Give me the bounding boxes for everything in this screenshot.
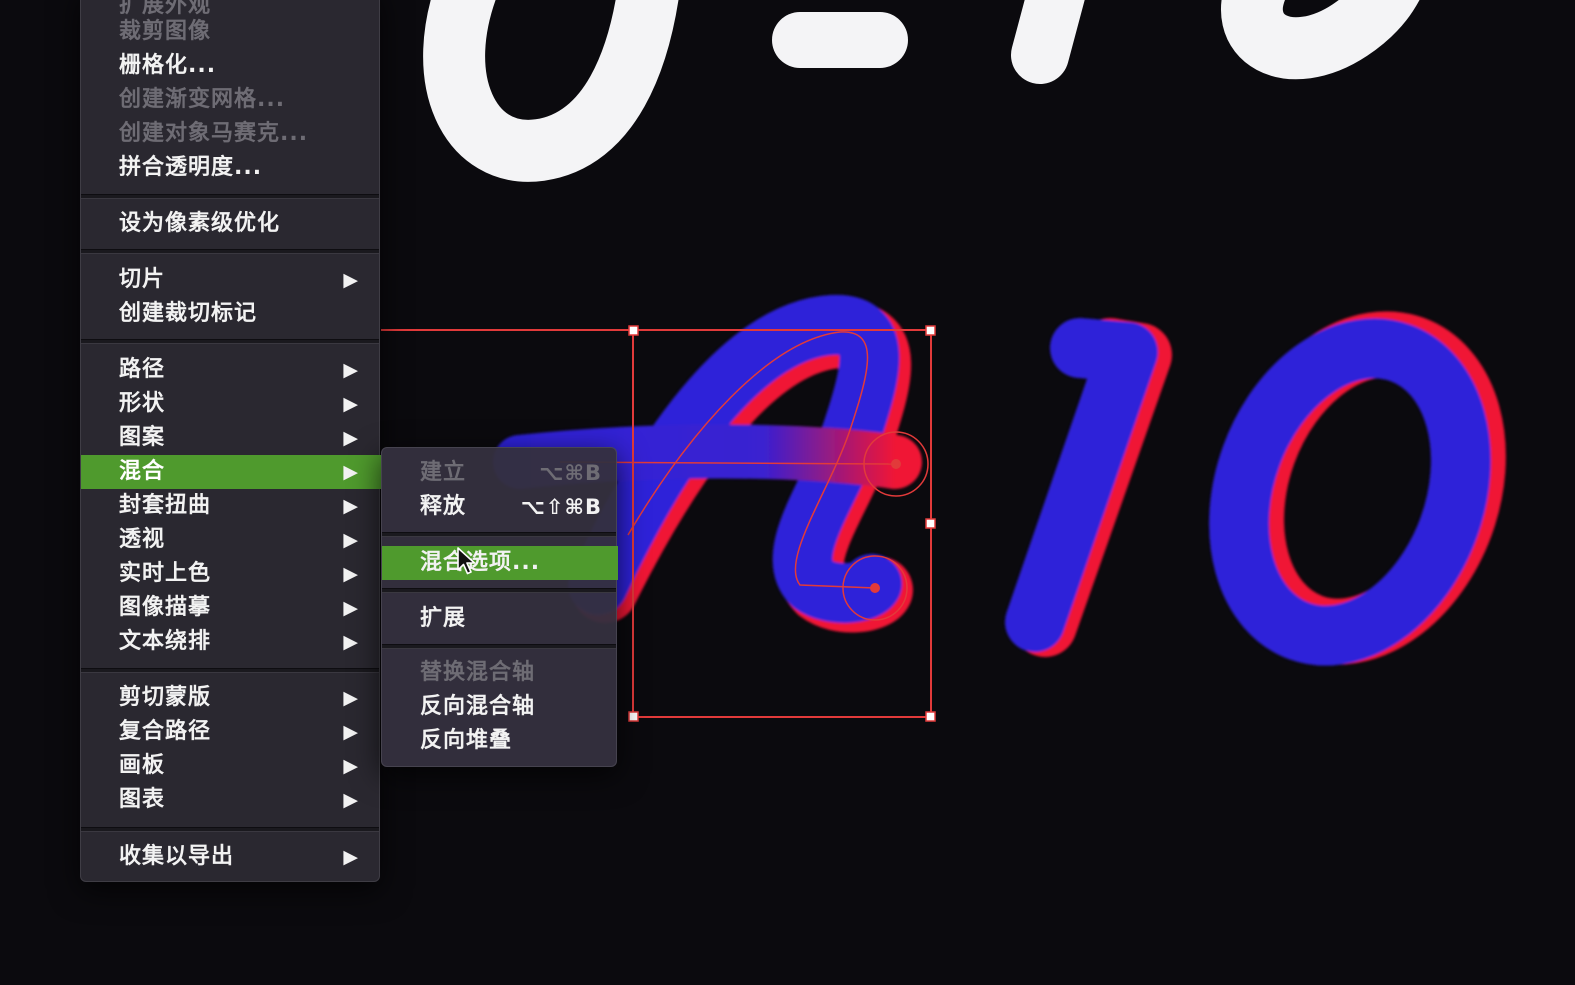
submenu-item-label: 替换混合轴 xyxy=(420,660,536,685)
menu-separator xyxy=(81,249,379,254)
menu-item-blend[interactable]: 混合 ▶ xyxy=(81,455,381,489)
menu-item-label: 栅格化... xyxy=(119,53,217,78)
menu-item-label: 混合 xyxy=(119,459,166,484)
submenu-item-label: 扩展 xyxy=(420,606,467,631)
menu-item-label: 切片 xyxy=(119,267,166,292)
submenu-item-label: 释放 xyxy=(420,494,467,519)
menu-separator xyxy=(81,668,379,673)
submenu-item-replace-spine[interactable]: 替换混合轴 xyxy=(382,656,618,690)
submenu-arrow-icon: ▶ xyxy=(343,687,359,709)
menu-separator xyxy=(81,827,379,832)
menu-item-label: 创建对象马赛克... xyxy=(119,121,309,146)
submenu-item-reverse-spine[interactable]: 反向混合轴 xyxy=(382,690,618,724)
submenu-item-reverse-front-to-back[interactable]: 反向堆叠 xyxy=(382,724,618,758)
submenu-item-label: 反向堆叠 xyxy=(420,728,513,753)
menu-item-compound-path[interactable]: 复合路径 ▶ xyxy=(81,715,381,749)
menu-item-slice[interactable]: 切片 ▶ xyxy=(81,263,381,297)
submenu-arrow-icon: ▶ xyxy=(343,597,359,619)
menu-item-create-trim-marks[interactable]: 创建裁切标记 xyxy=(81,297,381,331)
resize-handle-middle-right[interactable] xyxy=(925,518,936,529)
menu-item-create-gradient-mesh[interactable]: 创建渐变网格... xyxy=(81,83,381,117)
menu-item-label: 画板 xyxy=(119,753,166,778)
menu-separator xyxy=(382,588,616,593)
blend-digit-zero xyxy=(1209,318,1491,666)
menu-item-label: 图表 xyxy=(119,787,166,812)
top-letter-a-stroke xyxy=(423,0,679,182)
submenu-item-release[interactable]: 释放 ⌥⇧⌘B xyxy=(382,490,618,524)
anchor-point[interactable] xyxy=(891,459,901,469)
menu-item-label: 形状 xyxy=(119,391,166,416)
top-digit-one xyxy=(1011,0,1085,84)
menu-separator xyxy=(81,339,379,344)
menu-separator xyxy=(81,194,379,199)
submenu-item-label: 建立 xyxy=(420,460,467,485)
blend-submenu: 建立 ⌥⌘B 释放 ⌥⇧⌘B 混合选项... 扩展 替换混合轴 反向混合轴 反向堆叠 xyxy=(381,447,618,767)
submenu-arrow-icon: ▶ xyxy=(343,359,359,381)
menu-item-label: 创建裁切标记 xyxy=(119,301,258,326)
menu-item-label: 裁剪图像 xyxy=(119,19,212,44)
menu-item-envelope-distort[interactable]: 封套扭曲 ▶ xyxy=(81,489,381,523)
menu-item-live-paint[interactable]: 实时上色 ▶ xyxy=(81,557,381,591)
submenu-arrow-icon: ▶ xyxy=(343,755,359,777)
submenu-item-expand[interactable]: 扩展 xyxy=(382,602,618,636)
resize-handle-bottom-left[interactable] xyxy=(628,711,639,722)
submenu-arrow-icon: ▶ xyxy=(343,495,359,517)
menu-item-image-trace[interactable]: 图像描摹 ▶ xyxy=(81,591,381,625)
submenu-arrow-icon: ▶ xyxy=(343,393,359,415)
menu-item-collect-for-export[interactable]: 收集以导出 ▶ xyxy=(81,840,381,874)
submenu-arrow-icon: ▶ xyxy=(343,563,359,585)
submenu-item-make[interactable]: 建立 ⌥⌘B xyxy=(382,456,618,490)
top-digit-zero xyxy=(1221,0,1420,80)
submenu-arrow-icon: ▶ xyxy=(343,269,359,291)
object-menu: 扩展外观 裁剪图像 栅格化... 创建渐变网格... 创建对象马赛克... 拼合… xyxy=(80,0,381,882)
menu-item-create-object-mosaic[interactable]: 创建对象马赛克... xyxy=(81,117,381,151)
menu-item-label: 实时上色 xyxy=(119,561,212,586)
submenu-arrow-icon: ▶ xyxy=(343,846,359,868)
menu-item-graph[interactable]: 图表 ▶ xyxy=(81,783,381,817)
resize-handle-top-left[interactable] xyxy=(628,325,639,336)
resize-handle-top-right[interactable] xyxy=(925,325,936,336)
menu-item-label: 收集以导出 xyxy=(119,844,235,869)
menu-item-flatten-transparency[interactable]: 拼合透明度... xyxy=(81,151,381,185)
submenu-arrow-icon: ▶ xyxy=(343,631,359,653)
mouse-pointer-icon xyxy=(457,547,476,575)
submenu-arrow-icon: ▶ xyxy=(343,721,359,743)
menu-item-pixel-perfect[interactable]: 设为像素级优化 xyxy=(81,207,381,241)
top-white-lettering xyxy=(423,0,1420,182)
menu-item-text-wrap[interactable]: 文本绕排 ▶ xyxy=(81,625,381,659)
menu-item-label: 设为像素级优化 xyxy=(119,211,281,236)
menu-item-clipping-mask[interactable]: 剪切蒙版 ▶ xyxy=(81,681,381,715)
menu-item-label: 路径 xyxy=(119,357,166,382)
shortcut-label: ⌥⌘B xyxy=(539,461,602,485)
menu-item-label: 图像描摹 xyxy=(119,595,212,620)
submenu-item-label: 反向混合轴 xyxy=(420,694,536,719)
submenu-arrow-icon: ▶ xyxy=(343,529,359,551)
menu-separator xyxy=(382,644,616,649)
resize-handle-bottom-right[interactable] xyxy=(925,711,936,722)
menu-item-label: 剪切蒙版 xyxy=(119,685,212,710)
submenu-arrow-icon: ▶ xyxy=(343,789,359,811)
submenu-arrow-icon: ▶ xyxy=(343,427,359,449)
menu-item-artboards[interactable]: 画板 ▶ xyxy=(81,749,381,783)
shortcut-label: ⌥⇧⌘B xyxy=(520,495,602,519)
menu-item-path[interactable]: 路径 ▶ xyxy=(81,353,381,387)
menu-item-pattern[interactable]: 图案 ▶ xyxy=(81,421,381,455)
menu-item-perspective[interactable]: 透视 ▶ xyxy=(81,523,381,557)
anchor-point[interactable] xyxy=(870,583,880,593)
menu-item-label: 透视 xyxy=(119,527,166,552)
submenu-arrow-icon: ▶ xyxy=(343,461,359,483)
menu-item-label: 复合路径 xyxy=(119,719,212,744)
menu-item-label: 图案 xyxy=(119,425,166,450)
menu-item-shape[interactable]: 形状 ▶ xyxy=(81,387,381,421)
menu-item-rasterize[interactable]: 栅格化... xyxy=(81,49,381,83)
menu-item-crop-image[interactable]: 裁剪图像 xyxy=(81,15,381,49)
submenu-item-blend-options[interactable]: 混合选项... xyxy=(382,546,618,580)
blend-artwork-a10 xyxy=(493,294,1506,666)
menu-item-label: 文本绕排 xyxy=(119,629,212,654)
menu-item-label: 创建渐变网格... xyxy=(119,87,286,112)
menu-separator xyxy=(382,532,616,537)
menu-item-label: 封套扭曲 xyxy=(119,493,212,518)
menu-item-label: 拼合透明度... xyxy=(119,155,263,180)
submenu-item-label: 混合选项... xyxy=(420,550,541,575)
